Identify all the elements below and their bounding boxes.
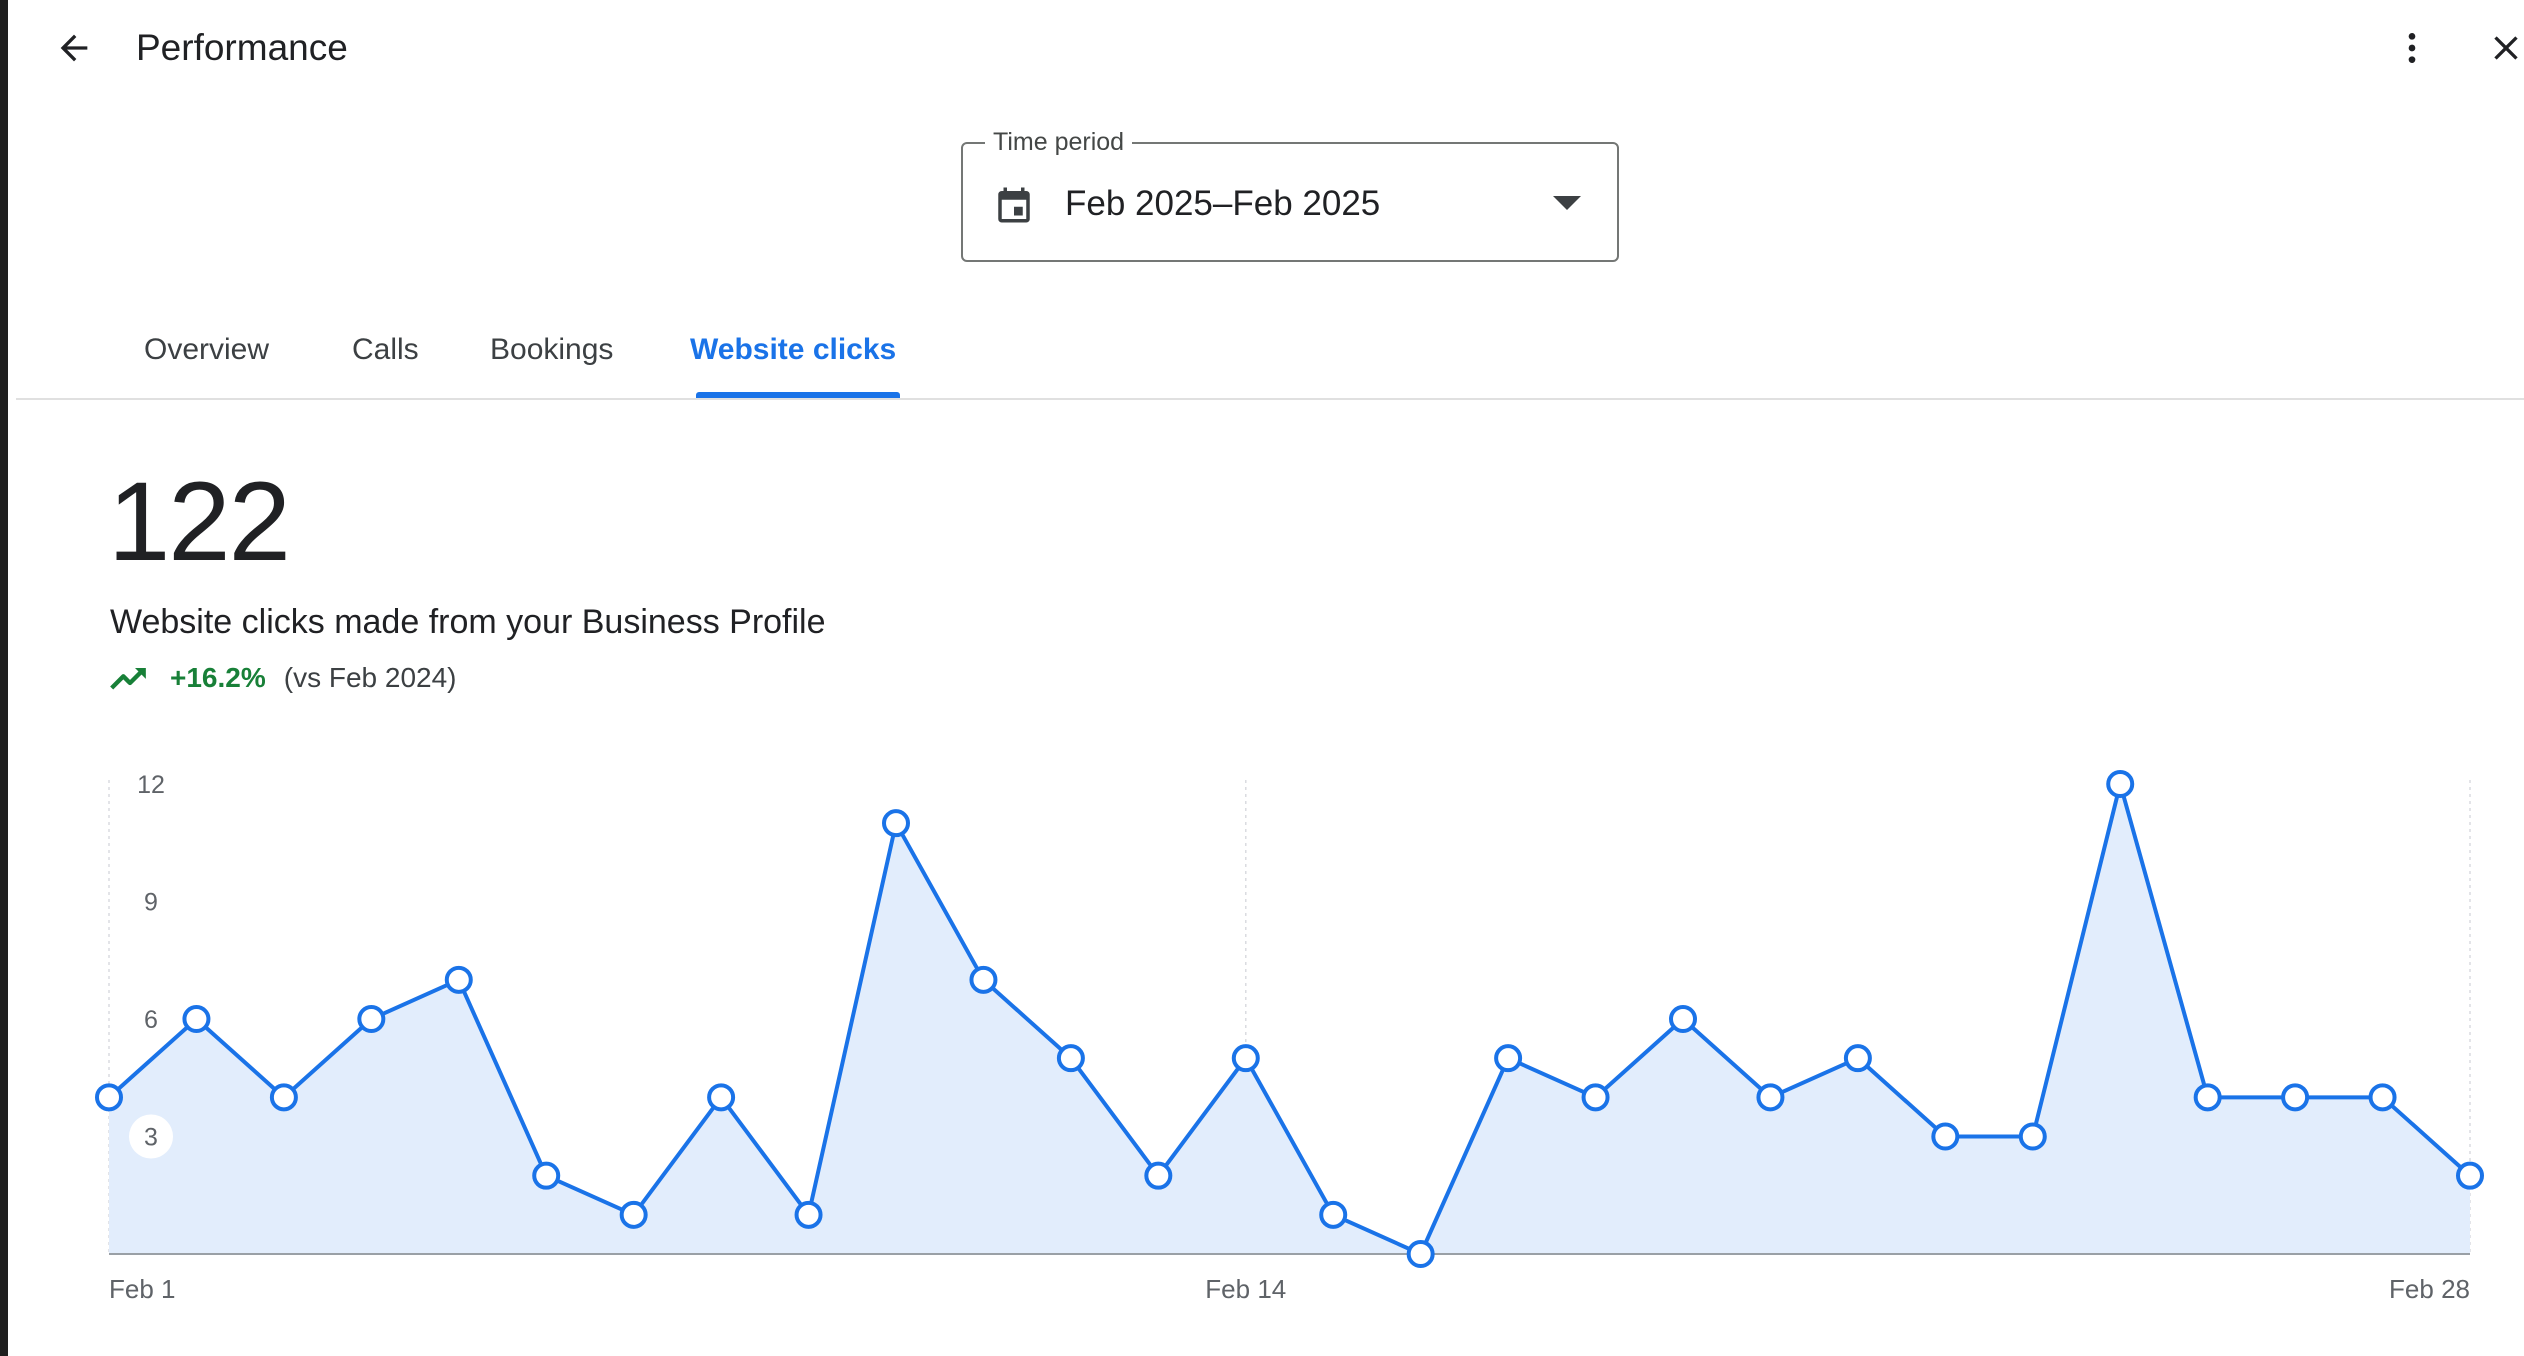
trending-up-icon xyxy=(110,668,146,690)
data-point-27 xyxy=(2368,1083,2397,1112)
x-tick-label-3: Feb 28 xyxy=(2389,1274,2470,1304)
data-point-3 xyxy=(269,1083,298,1112)
app-window: Performance Time period Feb 2025–Feb 202… xyxy=(0,0,2524,1356)
arrow-back-icon xyxy=(60,34,88,62)
back-button[interactable] xyxy=(46,20,102,76)
data-point-10 xyxy=(882,809,910,838)
data-point-14 xyxy=(1231,1044,1260,1073)
trend-row: +16.2% (vs Feb 2024) xyxy=(110,656,457,700)
data-point-5 xyxy=(444,965,473,994)
calendar-icon xyxy=(998,187,1030,223)
data-point-4 xyxy=(357,1005,386,1033)
x-tick-label-2: Feb 14 xyxy=(1205,1274,1286,1304)
x-tick-label-1: Feb 1 xyxy=(109,1274,176,1304)
y-tick-label-9: 9 xyxy=(144,889,158,917)
top-app-bar: Performance xyxy=(16,0,2524,110)
data-point-2 xyxy=(182,1005,211,1033)
data-point-15 xyxy=(1319,1200,1348,1229)
more-vert-icon xyxy=(2408,33,2416,63)
more-options-button[interactable] xyxy=(2384,20,2440,76)
data-point-24 xyxy=(2106,770,2135,798)
y-tick-label-12: 12 xyxy=(137,771,165,799)
data-point-7 xyxy=(619,1200,648,1229)
data-point-8 xyxy=(707,1083,736,1112)
data-point-16 xyxy=(1406,1240,1435,1268)
tab-calls[interactable]: Calls xyxy=(352,330,419,370)
metric-description: Website clicks made from your Business P… xyxy=(110,603,826,641)
data-point-17 xyxy=(1494,1044,1523,1073)
trend-comparison: (vs Feb 2024) xyxy=(283,662,457,693)
data-point-1 xyxy=(95,1083,123,1112)
time-period-select[interactable]: Time period Feb 2025–Feb 2025 xyxy=(961,126,1619,262)
time-period-value: Feb 2025–Feb 2025 xyxy=(1065,184,1381,223)
close-icon xyxy=(2494,36,2518,60)
data-point-12 xyxy=(1056,1044,1085,1073)
metric-total: 122 xyxy=(108,459,291,584)
data-point-11 xyxy=(969,965,998,994)
tab-bar: Overview Calls Bookings Website clicks xyxy=(16,300,2524,400)
data-point-9 xyxy=(794,1200,823,1229)
website-clicks-chart: 3 6 9 12 Feb 1 Feb 14 Feb 28 xyxy=(95,770,2484,1304)
page-title: Performance xyxy=(136,27,348,68)
tab-overview[interactable]: Overview xyxy=(144,330,269,370)
data-point-19 xyxy=(1669,1005,1697,1033)
series-area xyxy=(109,784,2470,1254)
close-button[interactable] xyxy=(2478,20,2524,76)
dropdown-arrow-icon xyxy=(1553,196,1581,210)
time-period-label: Time period xyxy=(985,126,1133,158)
trend-change: +16.2% xyxy=(170,662,266,693)
data-point-23 xyxy=(2018,1122,2047,1151)
tab-bookings[interactable]: Bookings xyxy=(490,330,613,370)
data-point-26 xyxy=(2281,1083,2310,1112)
active-tab-indicator xyxy=(696,392,900,398)
data-point-20 xyxy=(1756,1083,1785,1112)
data-point-25 xyxy=(2193,1083,2222,1112)
data-point-18 xyxy=(1581,1083,1610,1112)
data-point-13 xyxy=(1144,1161,1173,1190)
tab-website-clicks[interactable]: Website clicks xyxy=(690,330,896,370)
y-tick-label-6: 6 xyxy=(144,1006,158,1034)
data-point-22 xyxy=(1931,1122,1960,1151)
data-point-28 xyxy=(2456,1161,2484,1190)
data-point-21 xyxy=(1843,1044,1872,1073)
y-tick-label-3: 3 xyxy=(144,1124,158,1152)
data-point-6 xyxy=(532,1161,561,1190)
